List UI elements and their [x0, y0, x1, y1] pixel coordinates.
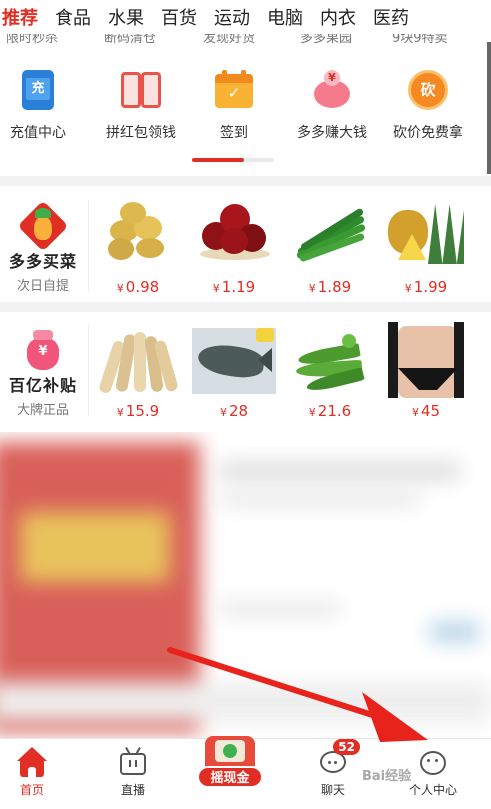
- icon-row-scroll-thumb: [192, 158, 244, 162]
- check-in-label: 签到: [220, 125, 248, 141]
- promo-title: 百亿补贴: [8, 376, 77, 395]
- blurred-text: [220, 492, 420, 506]
- blurred-product-feed: [0, 432, 491, 738]
- tab-general-goods[interactable]: 百货: [161, 4, 197, 30]
- earn-money-label: 多多赚大钱: [297, 125, 367, 141]
- bargain-free-label: 砍价免费拿: [393, 125, 463, 141]
- icon-row-scroll-indicator: [192, 158, 274, 162]
- promo-title: 多多买菜: [8, 252, 77, 271]
- product-okra[interactable]: ¥21.6: [288, 310, 372, 420]
- shortcut-discover[interactable]: 发现好货: [203, 32, 255, 46]
- product-pineapple[interactable]: ¥1.99: [384, 186, 468, 296]
- shortcut-icon-row: 充 充值中心 拼红包领钱 ✓ 签到 ¥ 多多赚大钱 砍 砍价免费拿: [0, 66, 480, 166]
- tab-medicine[interactable]: 医药: [373, 4, 409, 30]
- tab-sports[interactable]: 运动: [214, 4, 250, 30]
- tab-computer[interactable]: 电脑: [267, 4, 303, 30]
- price: ¥1.19: [212, 278, 256, 296]
- price: ¥15.9: [116, 402, 160, 420]
- shortcut-9-9[interactable]: 9块9特卖: [392, 32, 448, 46]
- divider: [88, 200, 89, 292]
- nav-chat-label: 聊天: [320, 783, 345, 797]
- promo-subtitle: 次日自提: [16, 279, 69, 294]
- category-tabs: 推荐 食品 水果 百货 运动 电脑 内衣 医药: [0, 0, 491, 34]
- calendar-check-icon: ✓: [214, 70, 254, 110]
- watermark: Bai经验: [362, 769, 412, 784]
- price: ¥21.6: [308, 402, 352, 420]
- pineapple-image: [388, 198, 464, 274]
- shake-cash-button[interactable]: 摇现金: [197, 736, 267, 792]
- blurred-highlight: [20, 512, 170, 582]
- app-screen: 推荐 食品 水果 百货 运动 电脑 内衣 医药 限时秒杀 断码清仓 发现好货 多…: [0, 0, 491, 809]
- blurred-text: [220, 462, 460, 480]
- price: ¥45: [411, 402, 441, 420]
- blurred-button: [430, 622, 480, 642]
- nav-live[interactable]: 直播: [93, 739, 173, 798]
- tv-icon: [118, 747, 148, 777]
- red-packet-button[interactable]: 拼红包领钱: [93, 66, 189, 142]
- check-in-button[interactable]: ✓ 签到: [186, 66, 282, 142]
- red-packet-label: 拼红包领钱: [106, 125, 176, 141]
- nav-chat[interactable]: 52 聊天: [293, 739, 373, 798]
- price: ¥1.89: [308, 278, 352, 296]
- subsidy-row: ¥ 百亿补贴 大牌正品 ¥15.9 ¥28 ¥ 21.6 ¥ 45: [0, 310, 491, 430]
- apple-image: [196, 198, 272, 274]
- partially-scrolled-shortcut-row: 限时秒杀 断码清仓 发现好货 多多果园 9块9特卖: [0, 32, 491, 50]
- underwear-image: [388, 322, 464, 398]
- carrot-icon: [17, 200, 69, 252]
- tab-underwear[interactable]: 内衣: [320, 4, 356, 30]
- product-fish[interactable]: ¥28: [192, 310, 276, 420]
- shortcut-clearance[interactable]: 断码清仓: [104, 32, 156, 46]
- shake-cash-label: 摇现金: [197, 766, 263, 788]
- bargain-free-button[interactable]: 砍 砍价免费拿: [380, 66, 476, 142]
- chat-bubble-icon: 52: [318, 739, 360, 777]
- fish-image: [192, 322, 276, 398]
- tab-food[interactable]: 食品: [55, 4, 91, 30]
- tab-fruit[interactable]: 水果: [108, 4, 144, 30]
- bamboo-shoots-image: [97, 322, 179, 398]
- price: ¥28: [219, 402, 249, 420]
- tab-recommend[interactable]: 推荐: [2, 4, 38, 30]
- nav-home[interactable]: 首页: [0, 739, 72, 798]
- product-apple[interactable]: ¥1.19: [192, 186, 276, 296]
- duoduo-grocery-promo[interactable]: 多多买菜 次日自提: [0, 186, 86, 306]
- home-icon: [17, 747, 47, 777]
- phone-recharge-icon: 充: [18, 70, 58, 110]
- money-bag-icon: ¥: [21, 328, 65, 370]
- piggy-bank-icon: ¥: [312, 70, 352, 110]
- recharge-center-button[interactable]: 充 充值中心: [0, 66, 86, 142]
- nav-home-label: 首页: [19, 783, 44, 797]
- green-badge-icon: [223, 744, 237, 758]
- product-underwear[interactable]: ¥45: [384, 310, 468, 420]
- grocery-row: 多多买菜 次日自提 ¥0.98 ¥1.19 ¥ 1.89 ¥ 1.99: [0, 186, 491, 306]
- profile-icon: [418, 747, 448, 777]
- green-beans-image: [292, 198, 368, 274]
- earn-money-button[interactable]: ¥ 多多赚大钱: [284, 66, 380, 142]
- product-bamboo-shoots[interactable]: ¥15.9: [96, 310, 180, 420]
- product-green-beans[interactable]: ¥1.89: [288, 186, 372, 296]
- price: ¥1.99: [404, 278, 448, 296]
- price: ¥0.98: [116, 278, 160, 296]
- recharge-center-label: 充值中心: [10, 125, 66, 141]
- product-potato[interactable]: ¥0.98: [96, 186, 180, 296]
- okra-image: [292, 322, 368, 398]
- divider: [88, 324, 89, 416]
- billion-subsidy-promo[interactable]: ¥ 百亿补贴 大牌正品: [0, 310, 86, 430]
- bargain-coin-icon: 砍: [408, 70, 448, 110]
- section-divider: [0, 176, 491, 186]
- shortcut-orchard[interactable]: 多多果园: [300, 32, 352, 46]
- nav-live-label: 直播: [120, 783, 145, 797]
- shortcut-flash-sale[interactable]: 限时秒杀: [6, 32, 58, 46]
- unread-badge: 52: [333, 739, 360, 755]
- vertical-scrollbar[interactable]: [487, 42, 491, 174]
- potato-image: [100, 198, 176, 274]
- blurred-text: [220, 602, 340, 616]
- blurred-row: [0, 682, 490, 722]
- promo-subtitle: 大牌正品: [16, 403, 69, 418]
- phones-icon: [121, 70, 161, 110]
